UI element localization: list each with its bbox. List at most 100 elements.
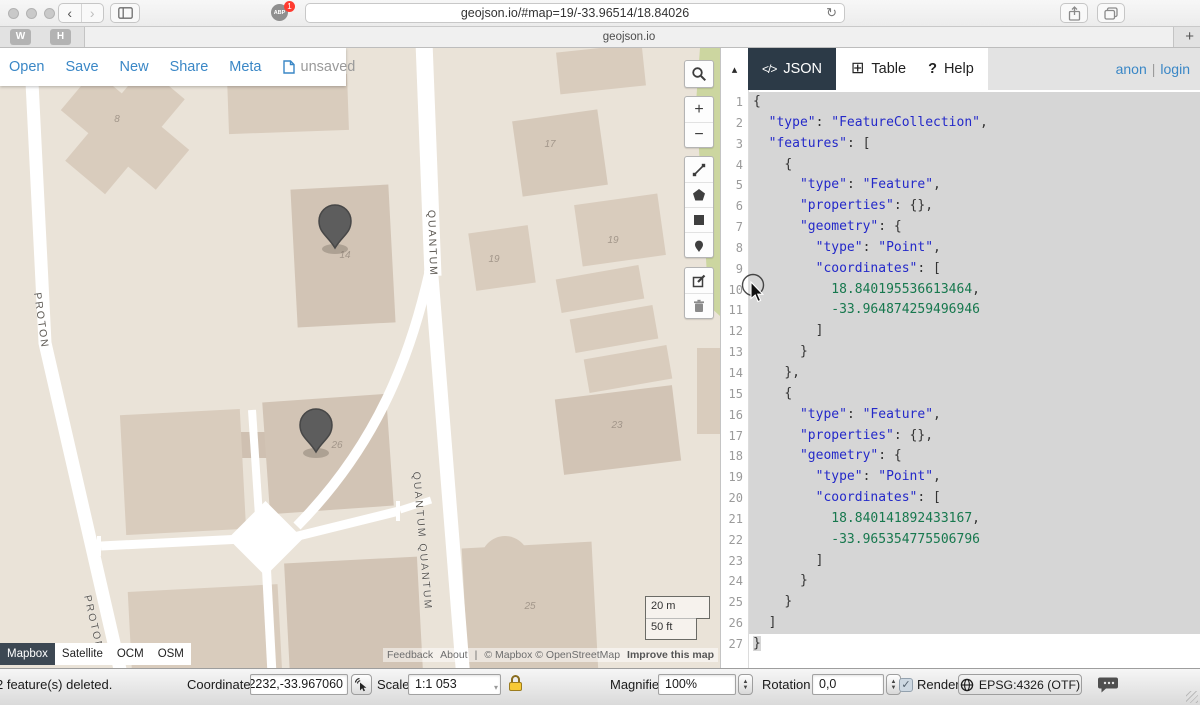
- code-line: "type": "FeatureCollection",: [749, 113, 1200, 134]
- messages-button[interactable]: [1098, 676, 1120, 696]
- base-layer-switcher: Mapbox Satellite OCM OSM: [0, 643, 191, 665]
- line-number: 4: [721, 155, 748, 176]
- code-editor[interactable]: 1234567891011121314151617181920212223242…: [721, 90, 1200, 668]
- building-label-17: 17: [544, 139, 556, 150]
- collapse-panel-button[interactable]: ▴: [721, 48, 748, 90]
- pinned-tab-h[interactable]: H: [50, 29, 71, 45]
- code-line: ]: [749, 551, 1200, 572]
- active-browser-tab[interactable]: geojson.io: [84, 27, 1174, 47]
- save-status-label: unsaved: [301, 59, 356, 75]
- trash-icon: [691, 298, 707, 314]
- coordinate-label: Coordinate: [187, 677, 251, 692]
- login-link[interactable]: login: [1160, 61, 1190, 77]
- menu-share[interactable]: Share: [170, 59, 209, 75]
- window-close-button[interactable]: [8, 8, 19, 19]
- magnifier-input[interactable]: 100%: [658, 674, 736, 695]
- code-line: "type": "Feature",: [749, 175, 1200, 196]
- menu-open[interactable]: Open: [9, 59, 44, 75]
- adblock-badge: 1: [284, 1, 295, 12]
- sidebar-button[interactable]: [110, 3, 140, 23]
- document-icon: [283, 60, 295, 74]
- draw-line-button[interactable]: [685, 157, 713, 182]
- code-line: "geometry": {: [749, 446, 1200, 467]
- code-area[interactable]: { "type": "FeatureCollection", "features…: [749, 90, 1200, 668]
- about-link[interactable]: About: [440, 649, 467, 661]
- menu-save[interactable]: Save: [65, 59, 98, 75]
- tab-json-label: JSON: [783, 61, 822, 77]
- map-marker-1[interactable]: [319, 205, 351, 254]
- layer-ocm[interactable]: OCM: [110, 643, 151, 665]
- building-label-19a: 19: [488, 254, 500, 265]
- back-button[interactable]: ‹: [59, 4, 82, 22]
- code-line: "type": "Point",: [749, 238, 1200, 259]
- tab-table[interactable]: ⊞ Table: [847, 48, 910, 90]
- zoom-out-button[interactable]: −: [685, 122, 713, 147]
- tab-json[interactable]: </> JSON: [748, 48, 836, 90]
- address-bar[interactable]: geojson.io/#map=19/-33.96514/18.84026 ↻: [305, 3, 845, 23]
- code-line: }: [749, 342, 1200, 363]
- rotation-input[interactable]: 0,0: [812, 674, 884, 695]
- layer-mapbox[interactable]: Mapbox: [0, 643, 55, 665]
- scale-lock-icon[interactable]: [509, 675, 522, 691]
- share-button[interactable]: [1060, 3, 1088, 23]
- magnifier-label: Magnifier: [610, 677, 663, 692]
- map-canvas[interactable]: PROTON PROTON QUANTUM QUANTUM QUANTUM 8 …: [0, 48, 720, 668]
- pinned-tab-w[interactable]: W: [10, 29, 31, 45]
- rectangle-tool-icon: [691, 212, 707, 228]
- magnifier-value: 100%: [665, 675, 697, 694]
- resize-grip[interactable]: [1186, 691, 1198, 703]
- line-number: 3: [721, 134, 748, 155]
- nav-button-group: ‹ ›: [58, 3, 104, 23]
- edit-feature-button[interactable]: [685, 268, 713, 293]
- tab-help[interactable]: ? Help: [924, 48, 978, 90]
- tracking-cursor-icon: [354, 677, 369, 692]
- street-label-quantum: QUANTUM: [425, 210, 439, 277]
- window-minimize-button[interactable]: [26, 8, 37, 19]
- code-line: {: [749, 155, 1200, 176]
- line-number: 11: [721, 300, 748, 321]
- render-checkbox[interactable]: ✓: [899, 678, 913, 692]
- code-line: "type": "Point",: [749, 467, 1200, 488]
- app-window: ‹ › ABP 1 geojson.io/#map=19/-33.96514/1…: [0, 0, 1200, 705]
- line-number: 16: [721, 405, 748, 426]
- line-number-gutter: 1234567891011121314151617181920212223242…: [721, 90, 749, 668]
- feedback-link[interactable]: Feedback: [387, 649, 433, 661]
- delete-feature-button[interactable]: [685, 293, 713, 318]
- forward-button[interactable]: ›: [82, 4, 104, 22]
- line-number: 19: [721, 467, 748, 488]
- draw-polygon-button[interactable]: [685, 182, 713, 207]
- layer-satellite[interactable]: Satellite: [55, 643, 110, 665]
- improve-map-link[interactable]: Improve this map: [627, 649, 714, 661]
- scale-bar-metric: 20 m: [645, 596, 710, 619]
- mouse-position-toggle[interactable]: [351, 674, 372, 695]
- code-line: ]: [749, 613, 1200, 634]
- search-button[interactable]: [685, 61, 713, 87]
- window-zoom-button[interactable]: [44, 8, 55, 19]
- search-icon: [691, 66, 707, 82]
- draw-rectangle-button[interactable]: [685, 207, 713, 232]
- zoom-control: + −: [684, 96, 714, 148]
- magnifier-stepper[interactable]: ▲▼: [738, 674, 753, 695]
- draw-marker-button[interactable]: [685, 232, 713, 257]
- map-marker-2[interactable]: [300, 409, 332, 458]
- geojson-menu-bar: Open Save New Share Meta unsaved: [0, 48, 346, 86]
- crs-button[interactable]: EPSG:4326 (OTF): [958, 674, 1082, 695]
- zoom-in-button[interactable]: +: [685, 97, 713, 122]
- status-bar: 2 feature(s) deleted. Coordinate 18.8422…: [0, 668, 1200, 705]
- coordinate-input[interactable]: 18.842232,-33.967060: [250, 674, 348, 695]
- reload-icon[interactable]: ↻: [826, 4, 837, 22]
- code-line: {: [749, 384, 1200, 405]
- tab-overview-button[interactable]: [1097, 3, 1125, 23]
- scale-combo[interactable]: 1:1 053 ▾: [408, 674, 501, 695]
- code-line: "properties": {},: [749, 196, 1200, 217]
- crs-value: EPSG:4326 (OTF): [979, 678, 1080, 692]
- anon-link[interactable]: anon: [1116, 61, 1147, 77]
- menu-meta[interactable]: Meta: [229, 59, 261, 75]
- line-number: 8: [721, 238, 748, 259]
- building-label-25: 25: [523, 601, 536, 612]
- line-number: 5: [721, 175, 748, 196]
- line-number: 13: [721, 342, 748, 363]
- menu-new[interactable]: New: [120, 59, 149, 75]
- new-tab-button[interactable]: +: [1185, 27, 1194, 47]
- layer-osm[interactable]: OSM: [151, 643, 191, 665]
